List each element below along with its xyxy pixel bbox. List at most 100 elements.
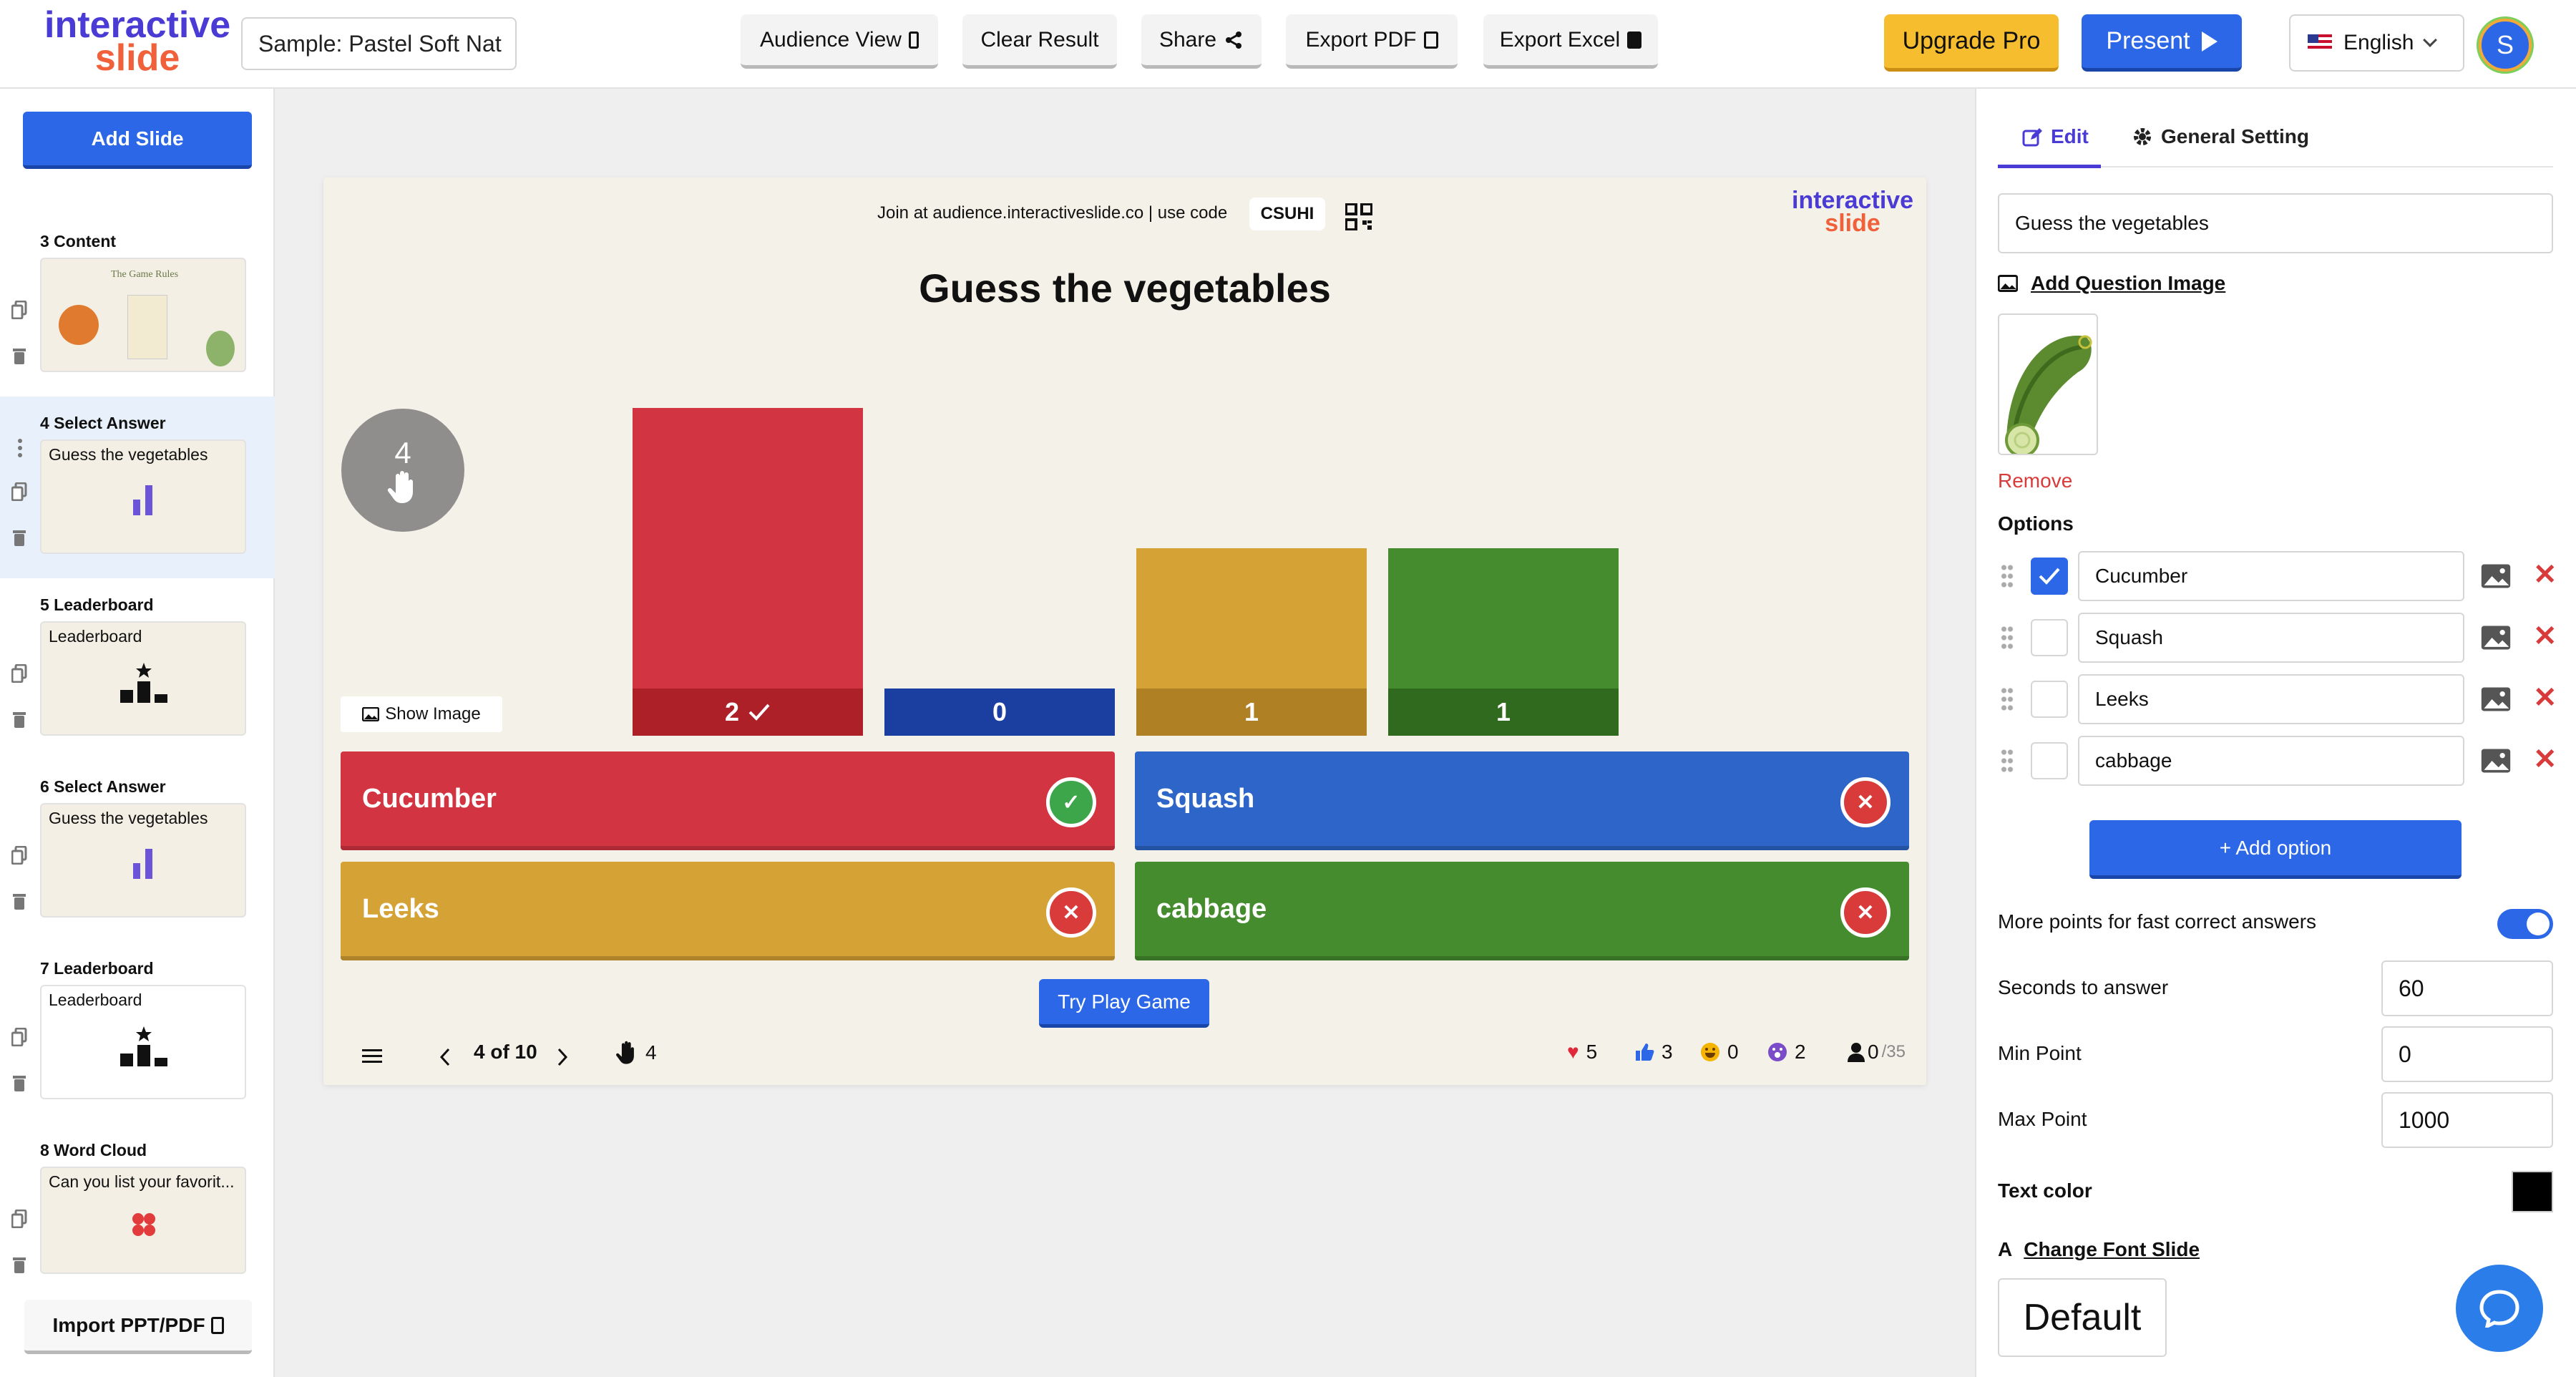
delete-option-icon[interactable]: ✕ (2533, 558, 2557, 591)
add-question-image-link[interactable]: Add Question Image (1998, 272, 2225, 295)
answer-option-cabbage[interactable]: cabbage ✕ (1135, 862, 1909, 960)
participants-count: 0 /35 (1848, 1041, 1906, 1064)
option-text-input[interactable]: Cucumber (2078, 551, 2464, 601)
export-excel-button[interactable]: Export Excel (1483, 14, 1658, 69)
avatar[interactable]: S (2479, 19, 2532, 72)
correct-checkbox[interactable] (2031, 681, 2068, 718)
bar-value: 0 (992, 697, 1008, 726)
duplicate-icon[interactable] (11, 301, 27, 319)
bar-count-label: 2 (633, 688, 863, 736)
tab-general-label: General Setting (2161, 125, 2309, 147)
duplicate-icon[interactable] (11, 1028, 27, 1046)
correct-checkbox[interactable] (2031, 742, 2068, 779)
slide-thumbnail[interactable]: Guess the vegetables (40, 803, 246, 918)
option-image-icon[interactable] (2480, 747, 2512, 774)
participants-total: /35 (1881, 1042, 1906, 1061)
answer-option-cucumber[interactable]: Cucumber ✓ (341, 751, 1115, 850)
duplicate-icon[interactable] (11, 482, 27, 501)
cucumber-image (2005, 335, 2092, 454)
raised-hand-icon (387, 471, 413, 503)
export-pdf-button[interactable]: Export PDF (1286, 14, 1458, 69)
slide-thumbnail[interactable]: The Game Rules (40, 258, 246, 372)
option-text-input[interactable]: Squash (2078, 613, 2464, 663)
import-ppt-pdf-button[interactable]: Import PPT/PDF (24, 1300, 252, 1354)
slide-logo-line1: interactive (1792, 187, 1914, 214)
min-point-input[interactable]: 0 (2381, 1026, 2553, 1082)
chevron-right-icon[interactable] (557, 1048, 568, 1066)
drag-handle-icon[interactable] (2001, 625, 2014, 651)
checkmark-icon (2039, 568, 2060, 585)
question-image-thumbnail[interactable] (1998, 313, 2098, 455)
option-text-input[interactable]: cabbage (2078, 736, 2464, 786)
correct-checkbox[interactable] (2031, 558, 2068, 595)
option-text-input[interactable]: Leeks (2078, 674, 2464, 724)
delete-option-icon[interactable]: ✕ (2533, 743, 2557, 776)
drag-handle-icon[interactable] (2001, 686, 2014, 712)
language-select[interactable]: English (2289, 14, 2464, 72)
add-slide-button[interactable]: Add Slide (23, 112, 252, 169)
answer-option-leeks[interactable]: Leeks ✕ (341, 862, 1115, 960)
option-image-icon[interactable] (2480, 624, 2512, 651)
add-option-button[interactable]: + Add option (2089, 820, 2462, 879)
trash-icon[interactable] (11, 892, 27, 910)
question-input[interactable]: Guess the vegetables (1998, 193, 2553, 253)
bar-chart-icon (133, 485, 152, 515)
chevron-left-icon[interactable] (439, 1048, 451, 1066)
add-question-image-label: Add Question Image (2031, 272, 2226, 294)
hands-raised[interactable]: 4 (615, 1041, 657, 1065)
more-vertical-icon[interactable] (17, 438, 23, 458)
font-default-button[interactable]: Default (1998, 1278, 2167, 1357)
text-color-swatch[interactable] (2512, 1171, 2553, 1212)
share-button[interactable]: Share (1141, 14, 1262, 69)
trash-icon[interactable] (11, 346, 27, 365)
max-point-input[interactable]: 1000 (2381, 1092, 2553, 1148)
slide-item-title: 6 Select Answer (40, 777, 166, 796)
tab-edit-label: Edit (2051, 125, 2089, 147)
menu-icon[interactable] (362, 1048, 382, 1065)
chat-support-button[interactable] (2456, 1265, 2543, 1352)
slide-thumbnail[interactable]: Can you list your favorit... (40, 1167, 246, 1274)
bar-leeks (1136, 548, 1367, 688)
delete-option-icon[interactable]: ✕ (2533, 620, 2557, 653)
tab-edit[interactable]: Edit (2022, 107, 2089, 166)
app-logo[interactable]: interactive slide (44, 6, 230, 77)
remove-image-link[interactable]: Remove (1998, 469, 2072, 492)
delete-option-icon[interactable]: ✕ (2533, 681, 2557, 714)
seconds-input[interactable]: 60 (2381, 960, 2553, 1016)
change-font-link[interactable]: A Change Font Slide (1998, 1238, 2200, 1261)
present-button[interactable]: Present (2082, 14, 2242, 72)
duplicate-icon[interactable] (11, 664, 27, 683)
clear-result-button[interactable]: Clear Result (962, 14, 1117, 69)
max-point-label: Max Point (1998, 1108, 2087, 1130)
duplicate-icon[interactable] (11, 846, 27, 865)
presentation-name-input[interactable]: Sample: Pastel Soft Nat (241, 17, 517, 70)
tab-general-setting[interactable]: General Setting (2132, 107, 2309, 166)
active-tab-underline (1998, 165, 2101, 168)
participants-current: 0 (1868, 1041, 1879, 1063)
fast-points-toggle[interactable] (2497, 909, 2553, 939)
laugh-emoji-icon (1701, 1043, 1719, 1061)
qr-code-icon[interactable] (1345, 203, 1372, 230)
trash-icon[interactable] (11, 528, 27, 547)
clear-result-label: Clear Result (980, 27, 1099, 52)
page-indicator: 4 of 10 (474, 1041, 537, 1063)
answer-option-squash[interactable]: Squash ✕ (1135, 751, 1909, 850)
drag-handle-icon[interactable] (2001, 748, 2014, 774)
trash-icon[interactable] (11, 1074, 27, 1092)
option-image-icon[interactable] (2480, 686, 2512, 713)
try-play-game-button[interactable]: Try Play Game (1039, 979, 1209, 1028)
slide-thumbnail[interactable]: Guess the vegetables (40, 439, 246, 554)
change-font-label: Change Font Slide (2024, 1238, 2200, 1260)
option-image-icon[interactable] (2480, 563, 2512, 590)
correct-checkbox[interactable] (2031, 619, 2068, 656)
trash-icon[interactable] (11, 1255, 27, 1274)
bar-cabbage (1388, 548, 1619, 688)
duplicate-icon[interactable] (11, 1210, 27, 1228)
slide-thumbnail[interactable]: Leaderboard (40, 621, 246, 736)
slide-thumbnail[interactable]: Leaderboard (40, 985, 246, 1099)
show-image-button[interactable]: Show Image (341, 696, 502, 732)
drag-handle-icon[interactable] (2001, 563, 2014, 589)
upgrade-pro-button[interactable]: Upgrade Pro (1884, 14, 2059, 72)
trash-icon[interactable] (11, 710, 27, 729)
audience-view-button[interactable]: Audience View (741, 14, 938, 69)
